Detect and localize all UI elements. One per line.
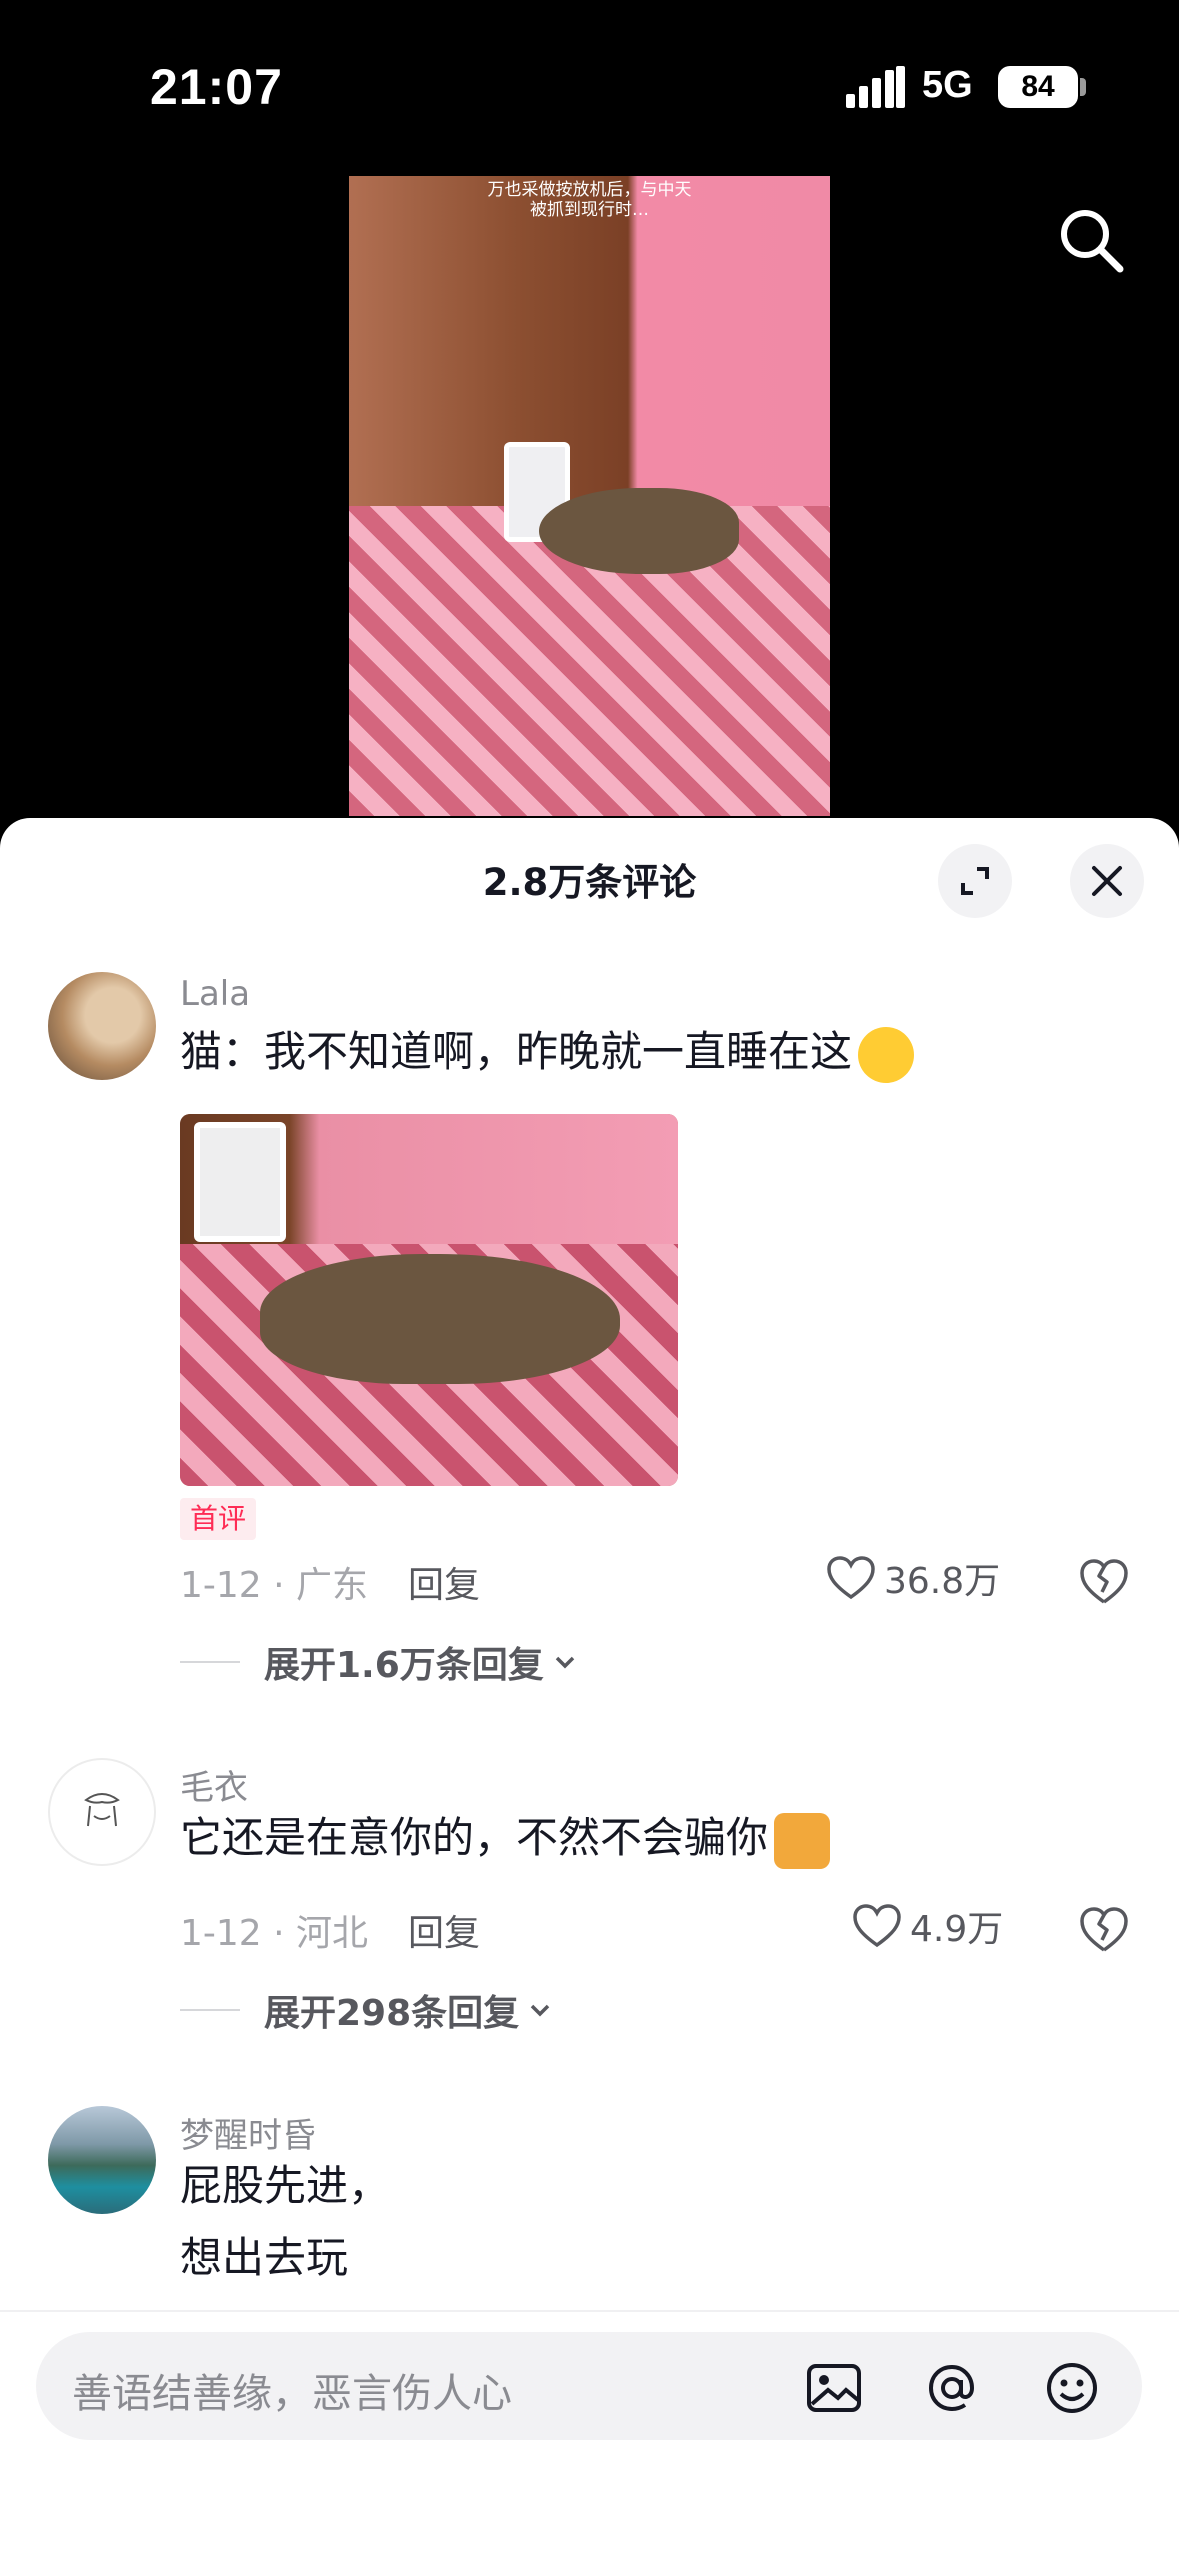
dislike-icon[interactable] [1078, 1904, 1130, 1956]
chevron-down-icon [555, 1656, 575, 1669]
avatar[interactable] [48, 2106, 156, 2214]
like-count: 4.9万 [910, 1909, 1004, 1950]
expand-divider [180, 1661, 240, 1663]
comment-text-content: 它还是在意你的，不然不会骗你 [180, 1813, 769, 1862]
flushed-emoji-icon [858, 1026, 915, 1083]
emoji-icon[interactable] [1042, 2358, 1102, 2418]
comments-sheet: 2.8万条评论 Lala 猫：我不知道啊，昨晚就一直睡在这 首评 1-12 · … [0, 818, 1179, 2556]
cat-emoji-icon [774, 1812, 831, 1869]
status-time: 21:07 [150, 59, 283, 115]
comment-text-content: 猫：我不知道啊，昨晚就一直睡在这 [180, 1027, 853, 1076]
reply-button[interactable]: 回复 [408, 1904, 480, 1956]
expand-replies-label: 展开1.6万条回复 [264, 1645, 544, 1686]
first-comment-badge: 首评 [180, 1498, 257, 1540]
network-label: 5G [922, 64, 973, 106]
video-caption-line1: 万也采做按放机后，与中天 [487, 180, 692, 200]
video-player[interactable]: 万也采做按放机后，与中天 被抓到现行时… [349, 176, 830, 816]
comment-input[interactable]: 善语结善缘，恶言伤人心 [36, 2332, 1142, 2440]
comment-image[interactable] [180, 1114, 678, 1486]
video-caption-line2: 被抓到现行时… [530, 200, 649, 220]
expand-replies-button[interactable]: 展开1.6万条回复 [180, 1636, 580, 1688]
chevron-down-icon [530, 2004, 550, 2017]
comment-meta: 1-12 · 河北 [180, 1913, 369, 1954]
battery-tip [1080, 78, 1086, 96]
comment-text-line2: 想出去玩 [180, 2233, 349, 2282]
comment-text: 猫：我不知道啊，昨晚就一直睡在这 [180, 1016, 915, 1088]
at-mention-icon[interactable] [922, 2358, 982, 2418]
comment-username[interactable]: Lala [180, 974, 250, 1014]
dislike-icon[interactable] [1078, 1556, 1130, 1608]
battery-icon: 84 [998, 66, 1078, 108]
comment-image-cat-door [194, 1122, 286, 1242]
comment-text: 它还是在意你的，不然不会骗你 [180, 1802, 831, 1874]
comment-image-cat [260, 1254, 620, 1384]
heart-icon [853, 1904, 901, 1948]
like-button[interactable]: 4.9万 [852, 1900, 1003, 1952]
video-caption: 万也采做按放机后，与中天 被抓到现行时… [349, 180, 830, 220]
expand-icon [961, 867, 989, 895]
like-button[interactable]: 36.8万 [826, 1552, 1000, 1604]
like-count: 36.8万 [884, 1561, 1001, 1602]
signal-icon [846, 66, 905, 108]
comment-meta: 1-12 · 广东 [180, 1565, 369, 1606]
avatar-sketch-icon [84, 1793, 120, 1827]
expand-divider [180, 2009, 240, 2011]
reply-button[interactable]: 回复 [408, 1556, 480, 1608]
comment-text-line1: 屁股先进， [180, 2161, 391, 2210]
expand-replies-button[interactable]: 展开298条回复 [180, 1984, 555, 2036]
close-icon [1092, 866, 1122, 896]
comment-input-bar: 善语结善缘，恶言伤人心 [0, 2310, 1179, 2556]
expand-sheet-button[interactable] [938, 844, 1012, 918]
comment-input-placeholder: 善语结善缘，恶言伤人心 [72, 2371, 512, 2417]
search-icon[interactable] [1056, 205, 1126, 275]
avatar[interactable] [48, 1758, 156, 1866]
image-icon[interactable] [804, 2358, 864, 2418]
heart-icon [827, 1556, 875, 1600]
expand-replies-label: 展开298条回复 [264, 1993, 520, 2034]
avatar[interactable] [48, 972, 156, 1080]
video-cat [539, 488, 739, 574]
close-sheet-button[interactable] [1070, 844, 1144, 918]
status-bar: 21:07 5G 84 [0, 0, 1179, 175]
